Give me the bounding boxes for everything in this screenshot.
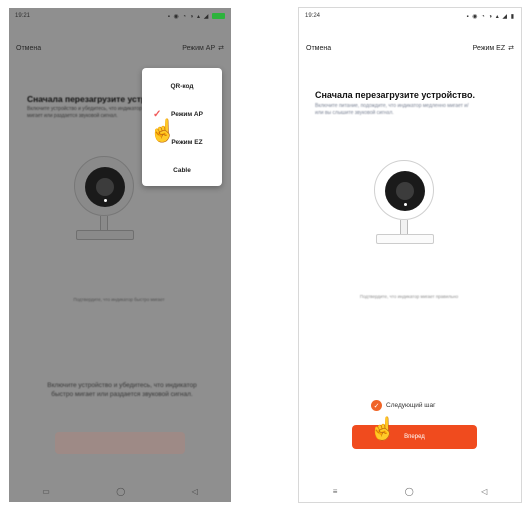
android-nav-bar: ≡ ◯ ◁: [299, 480, 521, 502]
confirm-text: Включите устройство и убедитесь, что инд…: [47, 382, 197, 398]
menu-item-cable[interactable]: Cable: [142, 160, 222, 180]
home-icon[interactable]: ◯: [116, 487, 125, 496]
status-icons: ▪ ◉ ◔ ◑ ▴ ◢ ▮: [466, 13, 515, 20]
mode-label: Режим EZ: [472, 44, 506, 52]
mode-menu-button[interactable]: Режим EZ ⇄: [472, 44, 514, 53]
status-time: 19:24: [305, 13, 321, 19]
swap-icon: ⇄: [218, 45, 224, 52]
status-bar: 19:24 ▪ ◉ ◔ ◑ ▴ ◢ ▮: [299, 8, 521, 24]
next-step-checkbox[interactable]: ✓ Следующий шаг: [371, 400, 436, 411]
mode-label: Режим AP: [182, 44, 216, 52]
recents-icon[interactable]: ▭: [42, 487, 50, 496]
phone-screen-left: 19:21 ▪ ◉ ◔ ◑ ▴ ◢ Отмена Режим AP ⇄ Снач…: [9, 8, 231, 502]
pointing-hand-icon: ☝: [149, 118, 177, 143]
top-nav: Отмена Режим AP ⇄: [9, 42, 231, 54]
phone-screen-right: 19:24 ▪ ◉ ◔ ◑ ▴ ◢ ▮ Отмена Режим EZ ⇄ Сн…: [299, 8, 521, 502]
cancel-button[interactable]: Отмена: [16, 45, 41, 52]
hint-text: Подтвердите, что индикатор быстро мигает: [73, 297, 165, 302]
pointing-hand-icon: ☝: [369, 416, 397, 441]
mode-menu-button[interactable]: Режим AP ⇄: [182, 44, 224, 53]
check-circle-icon: ✓: [371, 400, 382, 411]
back-icon[interactable]: ◁: [481, 487, 487, 496]
hint-text: Подтвердите, что индикатор мигает правил…: [359, 294, 459, 299]
page-description: Включите питание, подождите, что индикат…: [315, 103, 469, 116]
next-step-label: Следующий шаг: [386, 402, 436, 409]
top-nav: Отмена Режим EZ ⇄: [299, 42, 521, 54]
page-title: Сначала перезагрузите устройство.: [315, 90, 475, 100]
next-button-dimmed: [55, 432, 185, 454]
android-nav-bar: ▭ ◯ ◁: [9, 480, 231, 502]
home-icon[interactable]: ◯: [405, 487, 414, 496]
status-icons: ▪ ◉ ◔ ◑ ▴ ◢: [168, 12, 225, 20]
back-icon[interactable]: ◁: [192, 487, 198, 496]
swap-icon: ⇄: [508, 45, 514, 52]
menu-item-qr[interactable]: QR-код: [142, 76, 222, 96]
battery-icon: [212, 12, 225, 19]
status-bar: 19:21 ▪ ◉ ◔ ◑ ▴ ◢: [9, 8, 231, 24]
status-time: 19:21: [15, 13, 31, 19]
cancel-button[interactable]: Отмена: [306, 45, 331, 52]
menu-icon[interactable]: ≡: [333, 487, 338, 496]
